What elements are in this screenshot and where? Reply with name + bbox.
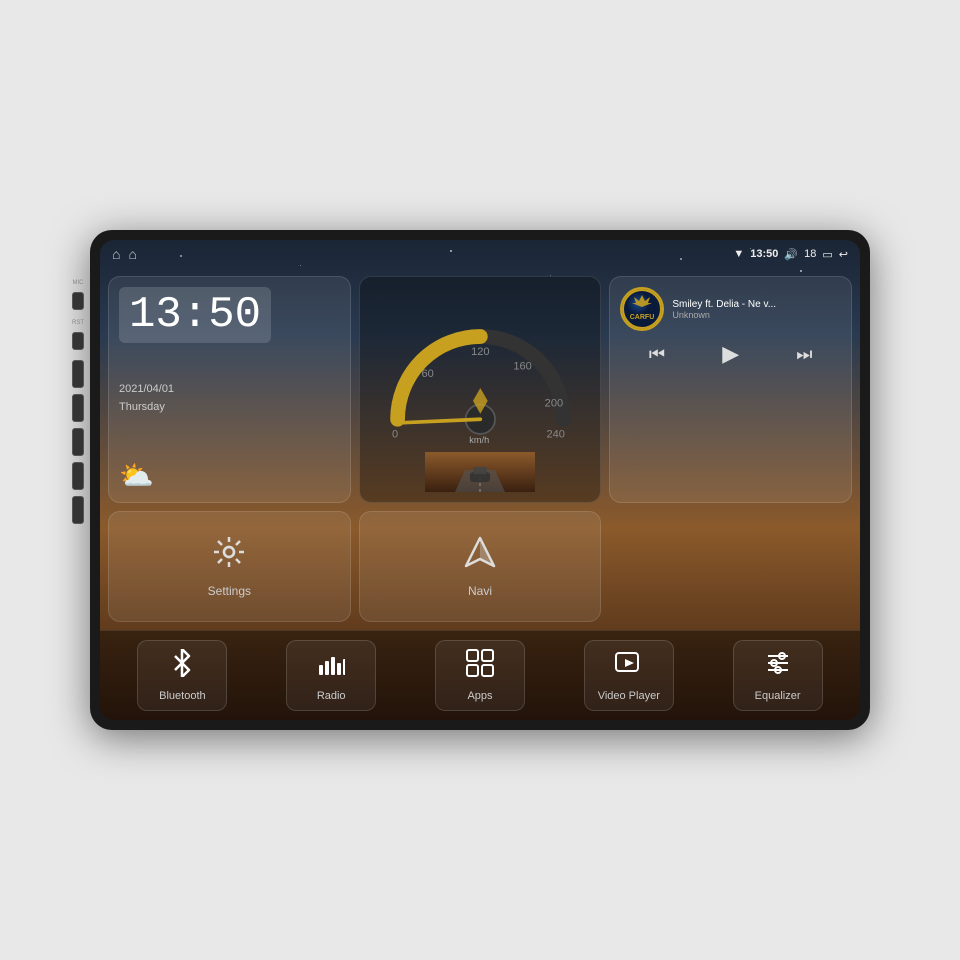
clock-display: 13:50: [119, 287, 271, 343]
settings-icon: [211, 534, 247, 578]
apps-label: Apps: [467, 690, 492, 702]
play-button[interactable]: ▶: [722, 341, 739, 367]
status-time: 13:50: [750, 248, 778, 260]
nav-status-icon[interactable]: ⌂: [128, 246, 136, 262]
home-icon[interactable]: ⌂: [112, 246, 120, 262]
music-title: Smiley ft. Delia - Ne v...: [672, 299, 841, 310]
music-info: CARFU Smiley ft. Delia - Ne v... Unknown: [620, 287, 841, 331]
bluetooth-icon: [168, 649, 196, 684]
music-logo: CARFU: [620, 287, 664, 331]
mic-button[interactable]: [72, 292, 84, 310]
weather-icon: ⛅: [119, 459, 154, 492]
apps-button[interactable]: Apps: [435, 640, 525, 711]
svg-text:60: 60: [421, 368, 433, 380]
return-button[interactable]: [72, 428, 84, 456]
main-content: 13:50 2021/04/01 Thursday ⛅: [100, 268, 860, 630]
speedometer-card: 0 60 120 160 200 240 km/h: [359, 276, 602, 503]
equalizer-label: Equalizer: [755, 690, 801, 702]
road-scene: [425, 452, 535, 492]
clock-date: 2021/04/01 Thursday: [119, 381, 174, 416]
svg-text:120: 120: [471, 346, 489, 358]
power-button[interactable]: [72, 360, 84, 388]
car-unit-device: MIC RST ⌂ ⌂ ▼ 13:50: [90, 230, 870, 730]
music-card: CARFU Smiley ft. Delia - Ne v... Unknown…: [609, 276, 852, 503]
navi-label: Navi: [468, 584, 492, 598]
vol-down-button[interactable]: [72, 496, 84, 524]
music-text: Smiley ft. Delia - Ne v... Unknown: [672, 299, 841, 320]
svg-text:160: 160: [513, 361, 531, 373]
rst-label: RST: [72, 320, 84, 326]
svg-text:200: 200: [544, 397, 562, 409]
status-left-icons: ⌂ ⌂: [112, 246, 137, 262]
home-side-button[interactable]: [72, 394, 84, 422]
svg-text:km/h: km/h: [469, 435, 489, 445]
vol-up-button[interactable]: [72, 462, 84, 490]
side-buttons: MIC RST: [72, 280, 84, 524]
road-svg: [425, 452, 535, 492]
volume-level: 18: [804, 248, 816, 260]
settings-label: Settings: [208, 584, 251, 598]
speedometer-svg: 0 60 120 160 200 240 km/h: [370, 287, 591, 460]
screen: ⌂ ⌂ ▼ 13:50 🔊 18 ▭ ↩ 13:50 2021/04/01 Th…: [100, 240, 860, 720]
bottom-toolbar: Bluetooth Radio: [100, 630, 860, 720]
rst-button[interactable]: [72, 332, 84, 350]
apps-icon: [466, 649, 494, 684]
video-label: Video Player: [598, 690, 660, 702]
navi-icon: [462, 534, 498, 578]
radio-label: Radio: [317, 690, 346, 702]
equalizer-button[interactable]: Equalizer: [733, 640, 823, 711]
clock-card: 13:50 2021/04/01 Thursday ⛅: [108, 276, 351, 503]
navi-card[interactable]: Navi: [359, 511, 602, 622]
music-controls: ⏮ ▶ ⏭: [620, 337, 841, 371]
video-button[interactable]: Video Player: [584, 640, 674, 711]
next-button[interactable]: ⏭: [796, 344, 812, 365]
back-icon[interactable]: ↩: [839, 248, 848, 261]
bluetooth-label: Bluetooth: [159, 690, 205, 702]
radio-icon: [317, 649, 345, 684]
equalizer-icon: [764, 649, 792, 684]
bluetooth-button[interactable]: Bluetooth: [137, 640, 227, 711]
svg-text:0: 0: [392, 429, 398, 441]
music-artist: Unknown: [672, 310, 841, 320]
status-right: ▼ 13:50 🔊 18 ▭ ↩: [733, 248, 848, 261]
settings-card[interactable]: Settings: [108, 511, 351, 622]
prev-button[interactable]: ⏮: [649, 344, 665, 365]
video-icon: [615, 649, 643, 684]
mic-label: MIC: [72, 280, 84, 286]
window-icon: ▭: [822, 248, 832, 261]
status-bar: ⌂ ⌂ ▼ 13:50 🔊 18 ▭ ↩: [100, 240, 860, 268]
wifi-icon: ▼: [733, 248, 744, 260]
svg-text:CARFU: CARFU: [630, 314, 655, 321]
svg-text:240: 240: [546, 429, 564, 441]
volume-icon: 🔊: [784, 248, 798, 261]
radio-button[interactable]: Radio: [286, 640, 376, 711]
